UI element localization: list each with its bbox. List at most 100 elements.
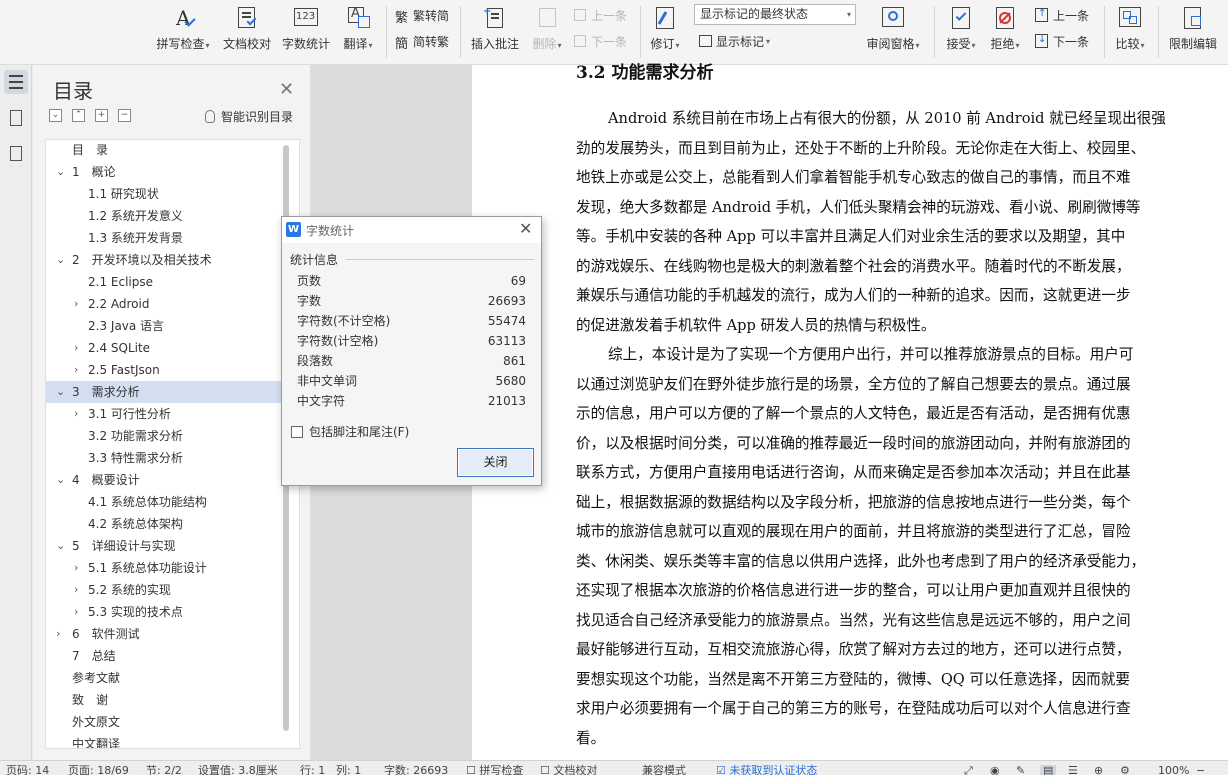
toc-item[interactable]: 2.1 Eclipse — [46, 271, 281, 293]
chevron-down-icon[interactable]: ⌄ — [56, 249, 65, 271]
ribbon-separator — [1104, 6, 1105, 58]
compare-button[interactable]: 比较▾ — [1110, 2, 1150, 62]
show-markup-button[interactable]: 显示标记 ▾ — [697, 31, 770, 51]
accept-button[interactable]: 接受▾ — [942, 2, 980, 62]
next-change-button[interactable]: ↓ 下一条 — [1034, 31, 1089, 51]
markup-state-select[interactable]: 显示标记的最终状态 ▾ — [694, 4, 856, 25]
toc-item[interactable]: 7 总结 — [46, 645, 281, 667]
toc-item[interactable]: 1.3 系统开发背景 — [46, 227, 281, 249]
toc-item[interactable]: ⌄ 5 详细设计与实现 — [46, 535, 281, 557]
settings-icon[interactable]: ⚙ — [1120, 765, 1130, 775]
close-icon[interactable]: ✕ — [279, 79, 294, 100]
translate-button[interactable]: A 翻译▾ — [338, 2, 378, 62]
chevron-right-icon[interactable]: › — [74, 337, 78, 359]
toc-item[interactable]: › 5.3 实现的技术点 — [46, 601, 281, 623]
stat-value: 861 — [503, 354, 526, 368]
outline-view-icon[interactable]: ☰ — [1068, 765, 1078, 775]
reject-button[interactable]: 拒绝▾ — [986, 2, 1024, 62]
status-setting[interactable]: 设置值: 3.8厘米 — [198, 765, 278, 775]
chevron-down-icon[interactable]: ⌄ — [56, 469, 65, 491]
include-footnotes-checkbox[interactable]: 包括脚注和尾注(F) — [291, 423, 409, 440]
zoom-out-icon[interactable]: − — [1196, 765, 1205, 775]
toc-item[interactable]: 1.1 研究现状 — [46, 183, 281, 205]
restrict-edit-button[interactable]: 限制编辑 — [1164, 2, 1222, 62]
toc-item[interactable]: › 5.2 系统的实现 — [46, 579, 281, 601]
status-section[interactable]: 节: 2/2 — [146, 765, 182, 775]
toc-item[interactable]: 致 谢 — [46, 689, 281, 711]
toc-item[interactable]: › 2.5 FastJson — [46, 359, 281, 381]
chevron-right-icon[interactable]: › — [74, 293, 78, 315]
review-pane-icon — [881, 6, 905, 30]
delete-comment-button[interactable]: 删除▾ — [528, 2, 566, 62]
close-button[interactable]: 关闭 — [457, 448, 534, 477]
remove-icon[interactable]: − — [118, 109, 131, 122]
chevron-right-icon[interactable]: › — [74, 403, 78, 425]
chevron-right-icon[interactable]: › — [74, 557, 78, 579]
status-row[interactable]: 行: 1 — [300, 765, 325, 775]
toc-item[interactable]: 2.3 Java 语言 — [46, 315, 281, 337]
trad-simp-icon: 繁 — [395, 11, 409, 26]
revise-button[interactable]: 修订▾ — [646, 2, 684, 62]
toc-item[interactable]: 中文翻译 — [46, 733, 281, 748]
toc-item[interactable]: ⌄ 4 概要设计 — [46, 469, 281, 491]
collapse-icon[interactable]: ⌃ — [72, 109, 85, 122]
review-pane-button[interactable]: 审阅窗格▾ — [862, 2, 924, 62]
page-view-icon[interactable]: ▤ — [1040, 765, 1057, 775]
chevron-right-icon[interactable]: › — [74, 579, 78, 601]
toc-item[interactable]: 1.2 系统开发意义 — [46, 205, 281, 227]
stat-label: 非中文单词 — [297, 374, 358, 388]
toc-item[interactable]: 参考文献 — [46, 667, 281, 689]
status-page-of[interactable]: 页面: 18/69 — [68, 765, 129, 775]
chevron-down-icon[interactable]: ⌄ — [56, 381, 65, 403]
next-comment-button[interactable]: 下一条 — [572, 31, 627, 51]
toc-item[interactable]: 3.3 特性需求分析 — [46, 447, 281, 469]
toc-item[interactable]: ⌄ 2 开发环境以及相关技术 — [46, 249, 281, 271]
toc-item[interactable]: › 5.1 系统总体功能设计 — [46, 557, 281, 579]
toc-item-selected[interactable]: ⌄ 3 需求分析 — [46, 381, 281, 403]
toc-item[interactable]: › 2.2 Adroid — [46, 293, 281, 315]
chevron-down-icon[interactable]: ⌄ — [56, 535, 65, 557]
chevron-right-icon[interactable]: › — [74, 601, 78, 623]
toc-item[interactable]: 外文原文 — [46, 711, 281, 733]
pen-icon[interactable]: ✎ — [1016, 765, 1025, 775]
eye-icon[interactable]: ◉ — [990, 765, 1000, 775]
status-page-number[interactable]: 页码: 14 — [6, 765, 49, 775]
chevron-down-icon[interactable]: ⌄ — [56, 161, 65, 183]
toc-item[interactable]: 4.1 系统总体功能结构 — [46, 491, 281, 513]
toc-item[interactable]: 目 录 — [46, 140, 281, 161]
word-count-button[interactable]: 123 字数统计 — [280, 2, 332, 62]
lock-document-icon — [1181, 6, 1205, 30]
toc-item[interactable]: 3.2 功能需求分析 — [46, 425, 281, 447]
status-word-count[interactable]: 字数: 26693 — [384, 765, 448, 775]
prev-change-button[interactable]: ↑ 上一条 — [1034, 5, 1089, 25]
zoom-level[interactable]: 100% — [1158, 765, 1189, 775]
prev-comment-button[interactable]: 上一条 — [572, 5, 627, 25]
toc-item[interactable]: › 2.4 SQLite — [46, 337, 281, 359]
toc-item[interactable]: ⌄ 1 概论 — [46, 161, 281, 183]
add-icon[interactable]: + — [95, 109, 108, 122]
spell-check-button[interactable]: A 拼写检查▾ — [152, 2, 214, 62]
trad-to-simp-button[interactable]: 繁 繁转简 — [394, 5, 449, 27]
smart-toc-button[interactable]: 智能识别目录 — [205, 108, 293, 125]
doc-proof-button[interactable]: 文档校对 — [221, 2, 273, 62]
status-spell-check[interactable]: ☐ 拼写检查 — [466, 765, 523, 775]
toc-item[interactable]: › 6 软件测试 — [46, 623, 281, 645]
toc-item[interactable]: › 3.1 可行性分析 — [46, 403, 281, 425]
dialog-titlebar[interactable]: W 字数统计 ✕ — [282, 217, 541, 243]
chevron-right-icon[interactable]: › — [74, 359, 78, 381]
fullscreen-icon[interactable]: ⤢ — [964, 765, 973, 775]
web-view-icon[interactable]: ⊕ — [1094, 765, 1103, 775]
simp-to-trad-button[interactable]: 簡 简转繁 — [394, 31, 449, 53]
status-auth[interactable]: ☑ 未获取到认证状态 — [716, 765, 817, 775]
chevron-right-icon[interactable]: › — [56, 623, 60, 645]
checkbox-box[interactable] — [291, 425, 303, 438]
status-col[interactable]: 列: 1 — [336, 765, 361, 775]
close-icon[interactable]: ✕ — [519, 219, 532, 238]
insert-comment-button[interactable]: + 插入批注 — [468, 2, 522, 62]
toc-item[interactable]: 4.2 系统总体架构 — [46, 513, 281, 535]
expand-icon[interactable]: ⌄ — [49, 109, 62, 122]
toc-view-button[interactable] — [4, 70, 28, 94]
bookmark-view-button[interactable] — [4, 142, 28, 166]
page-view-button[interactable] — [4, 106, 28, 130]
status-doc-proof[interactable]: ☐ 文档校对 — [540, 765, 597, 775]
